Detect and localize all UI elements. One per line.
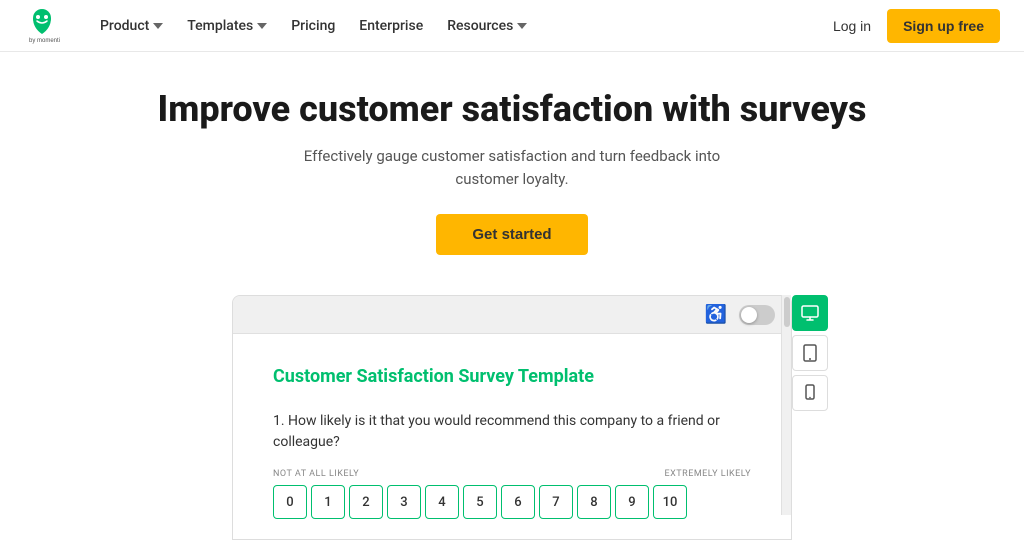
surveymonkey-logo: by momentive xyxy=(24,8,60,44)
nav-item-product[interactable]: Product xyxy=(92,12,171,40)
nav-item-templates-label: Templates xyxy=(187,18,253,34)
mobile-view-button[interactable] xyxy=(792,375,828,411)
navbar: by momentive Product Templates Pricing E… xyxy=(0,0,1024,52)
scale-numbers: 0 1 2 3 4 5 6 7 8 9 10 xyxy=(273,485,751,519)
accessibility-icon: ♿ xyxy=(705,304,727,325)
nav-item-product-label: Product xyxy=(100,18,149,34)
hero-title: Improve customer satisfaction with surve… xyxy=(20,88,1004,131)
survey-question: 1. How likely is it that you would recom… xyxy=(273,411,751,453)
scale-low-label: NOT AT ALL LIKELY xyxy=(273,469,359,479)
login-button[interactable]: Log in xyxy=(833,18,871,34)
survey-template-title: Customer Satisfaction Survey Template xyxy=(273,366,751,387)
nav-item-templates[interactable]: Templates xyxy=(179,12,275,40)
hero-subtitle: Effectively gauge customer satisfaction … xyxy=(302,145,722,190)
scrollbar-thumb xyxy=(784,297,790,327)
mobile-icon xyxy=(800,383,820,403)
scale-5[interactable]: 5 xyxy=(463,485,497,519)
chevron-down-icon xyxy=(517,23,527,29)
preview-toggle[interactable] xyxy=(739,305,775,325)
preview-toolbar: ♿ xyxy=(233,296,791,334)
scale-1[interactable]: 1 xyxy=(311,485,345,519)
scale-3[interactable]: 3 xyxy=(387,485,421,519)
nav-item-pricing[interactable]: Pricing xyxy=(283,12,343,40)
scale-high-label: EXTREMELY LIKELY xyxy=(665,469,751,479)
svg-text:by momentive: by momentive xyxy=(29,38,60,44)
scale-8[interactable]: 8 xyxy=(577,485,611,519)
navbar-left: by momentive Product Templates Pricing E… xyxy=(24,8,535,44)
hero-section: Improve customer satisfaction with surve… xyxy=(0,52,1024,279)
chevron-down-icon xyxy=(153,23,163,29)
tablet-view-button[interactable] xyxy=(792,335,828,371)
logo-area[interactable]: by momentive xyxy=(24,8,60,44)
desktop-icon xyxy=(800,303,820,323)
scale-2[interactable]: 2 xyxy=(349,485,383,519)
scale-container: NOT AT ALL LIKELY EXTREMELY LIKELY 0 1 2… xyxy=(273,469,751,519)
preview-area: ♿ Customer Satisfaction Survey Template … xyxy=(0,295,1024,540)
preview-scrollbar[interactable] xyxy=(781,295,791,515)
toggle-knob xyxy=(741,307,757,323)
nav-item-enterprise-label: Enterprise xyxy=(359,18,423,34)
scale-0[interactable]: 0 xyxy=(273,485,307,519)
tablet-icon xyxy=(800,343,820,363)
device-icons xyxy=(792,295,828,411)
nav-links: Product Templates Pricing Enterprise Res… xyxy=(92,12,535,40)
nav-item-enterprise[interactable]: Enterprise xyxy=(351,12,431,40)
scale-10[interactable]: 10 xyxy=(653,485,687,519)
scale-9[interactable]: 9 xyxy=(615,485,649,519)
nav-item-resources[interactable]: Resources xyxy=(439,12,535,40)
nav-item-pricing-label: Pricing xyxy=(291,18,335,34)
desktop-view-button[interactable] xyxy=(792,295,828,331)
get-started-button[interactable]: Get started xyxy=(436,214,587,255)
navbar-right: Log in Sign up free xyxy=(833,9,1000,43)
signup-button[interactable]: Sign up free xyxy=(887,9,1000,43)
preview-window: ♿ Customer Satisfaction Survey Template … xyxy=(232,295,792,540)
scale-4[interactable]: 4 xyxy=(425,485,459,519)
nav-item-resources-label: Resources xyxy=(447,18,513,34)
chevron-down-icon xyxy=(257,23,267,29)
scale-6[interactable]: 6 xyxy=(501,485,535,519)
scale-7[interactable]: 7 xyxy=(539,485,573,519)
scale-labels: NOT AT ALL LIKELY EXTREMELY LIKELY xyxy=(273,469,751,479)
preview-content: Customer Satisfaction Survey Template 1.… xyxy=(233,334,791,539)
